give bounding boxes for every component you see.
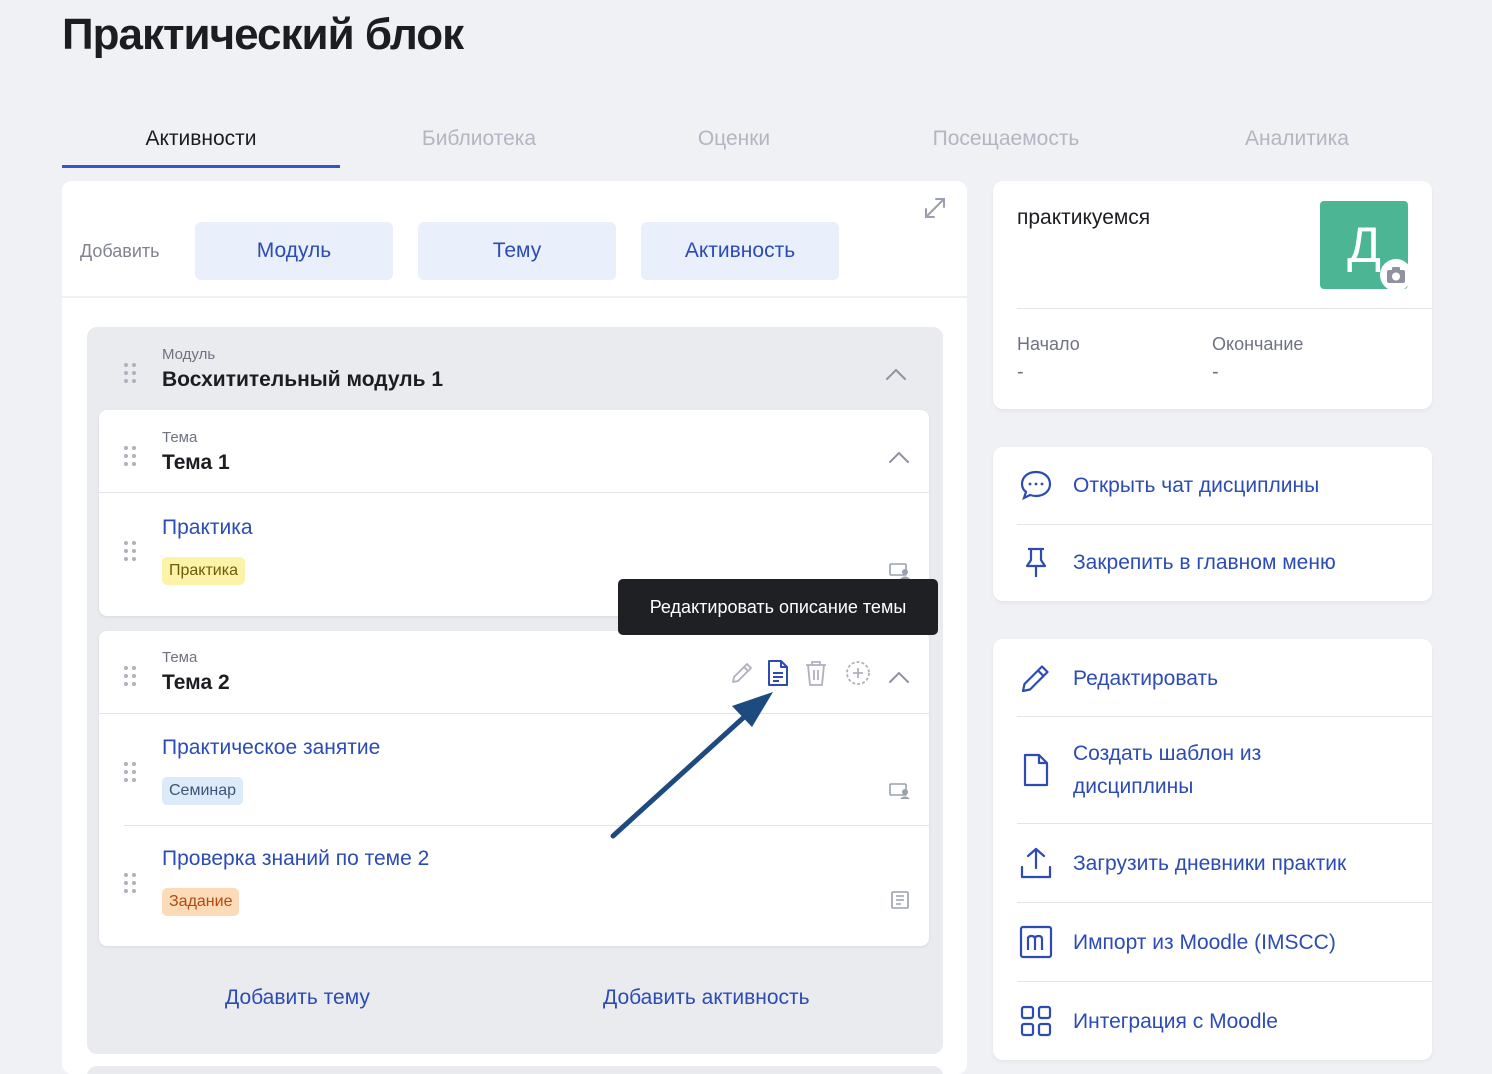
upload-diaries-action[interactable]: Загрузить дневники практик: [993, 824, 1432, 902]
pin-menu-action[interactable]: Закрепить в главном меню: [993, 525, 1432, 601]
drag-handle-icon[interactable]: [123, 540, 137, 562]
assignment-icon: [891, 891, 909, 909]
import-moodle-label: Импорт из Moodle (IMSCC): [1073, 931, 1336, 954]
add-topic-link[interactable]: Добавить тему: [225, 986, 370, 1010]
add-toolbar: Добавить Модуль Тему Активность: [62, 181, 967, 298]
grid-icon: [1020, 1005, 1052, 1037]
tabs: Активности Библиотека Оценки Посещаемост…: [62, 110, 1432, 168]
topic-type-label: Тема: [162, 429, 198, 446]
drag-handle-icon[interactable]: [123, 362, 137, 384]
tab-attendance[interactable]: Посещаемость: [850, 110, 1162, 168]
moodle-icon: [1019, 925, 1053, 959]
document-icon: [1023, 753, 1049, 787]
drag-handle-icon[interactable]: [123, 665, 137, 687]
create-template-action[interactable]: Создать шаблон из дисциплины: [993, 717, 1432, 823]
drag-handle-icon[interactable]: [123, 445, 137, 467]
topic-header: Тема Тема 2: [99, 631, 929, 714]
drag-handle-icon[interactable]: [123, 761, 137, 783]
add-label: Добавить: [80, 241, 160, 261]
edit-topic-pencil-icon[interactable]: [729, 660, 755, 686]
add-module-button[interactable]: Модуль: [195, 222, 393, 280]
create-template-label: Создать шаблон из дисциплины: [1073, 742, 1262, 798]
upload-diaries-label: Загрузить дневники практик: [1073, 852, 1347, 875]
edit-topic-description-icon[interactable]: [765, 659, 791, 687]
open-chat-label: Открыть чат дисциплины: [1073, 474, 1320, 497]
activity-type-badge: Практика: [162, 557, 245, 585]
page-title: Практический блок: [62, 10, 464, 59]
collapse-topic-chevron-icon[interactable]: [888, 670, 910, 684]
add-topic-button[interactable]: Тему: [418, 222, 616, 280]
edit-label: Редактировать: [1073, 667, 1219, 690]
activity-title[interactable]: Проверка знаний по теме 2: [162, 847, 429, 871]
tab-activities[interactable]: Активности: [62, 110, 340, 168]
chat-icon: [1020, 470, 1052, 501]
collapse-topic-chevron-icon[interactable]: [888, 450, 910, 464]
add-activity-circle-plus-icon[interactable]: [845, 660, 871, 686]
tab-analytics[interactable]: Аналитика: [1162, 110, 1432, 168]
divider: [1017, 308, 1432, 309]
start-value: -: [1017, 361, 1024, 383]
upload-icon: [1020, 847, 1052, 879]
next-module-card: [87, 1066, 943, 1074]
webinar-icon: [889, 563, 910, 579]
activity-item[interactable]: Практическое занятие Семинар: [99, 715, 929, 825]
pin-icon: [1025, 547, 1047, 577]
module-name: Восхитительный модуль 1: [162, 368, 444, 391]
topic-name: Тема 1: [162, 451, 230, 474]
tooltip: Редактировать описание темы: [618, 579, 938, 635]
moodle-integration-label: Интеграция с Moodle: [1073, 1010, 1278, 1033]
add-activity-link[interactable]: Добавить активность: [603, 986, 810, 1010]
end-label: Окончание: [1212, 334, 1304, 354]
delete-topic-trash-icon[interactable]: [804, 659, 828, 687]
collapse-module-chevron-icon[interactable]: [885, 367, 907, 381]
edit-action[interactable]: Редактировать: [993, 639, 1432, 716]
course-actions-card: Редактировать Создать шаблон из дисципли…: [993, 639, 1432, 1060]
module-type-label: Модуль: [162, 346, 216, 363]
drag-handle-icon[interactable]: [123, 872, 137, 894]
tab-grades[interactable]: Оценки: [618, 110, 850, 168]
tab-library[interactable]: Библиотека: [340, 110, 618, 168]
topic-type-label: Тема: [162, 649, 198, 666]
activity-title[interactable]: Практическое занятие: [162, 736, 380, 760]
camera-icon[interactable]: [1380, 259, 1412, 291]
end-value: -: [1212, 361, 1219, 383]
pencil-icon: [1021, 665, 1049, 693]
module-card: Модуль Восхитительный модуль 1 Тема Тема…: [87, 327, 943, 1054]
add-activity-button[interactable]: Активность: [641, 222, 839, 280]
activity-type-badge: Задание: [162, 888, 240, 916]
import-moodle-action[interactable]: Импорт из Moodle (IMSCC): [993, 903, 1432, 981]
pin-menu-label: Закрепить в главном меню: [1073, 551, 1336, 574]
activity-type-badge: Семинар: [162, 777, 244, 805]
course-name: практикуемся: [1017, 206, 1151, 229]
topic-card: Тема Тема 2 Практическое занятие Семинар…: [99, 631, 929, 946]
moodle-integration-action[interactable]: Интеграция с Moodle: [993, 982, 1432, 1060]
open-chat-action[interactable]: Открыть чат дисциплины: [993, 447, 1432, 524]
activity-title[interactable]: Практика: [162, 516, 253, 540]
start-label: Начало: [1017, 334, 1080, 354]
topic-header: Тема Тема 1: [99, 410, 929, 493]
course-info-card: практикуемся Д Начало - Окончание -: [993, 181, 1432, 409]
webinar-icon: [889, 783, 910, 799]
topic-name: Тема 2: [162, 671, 230, 694]
activity-item[interactable]: Проверка знаний по теме 2 Задание: [99, 826, 929, 946]
quick-actions-card: Открыть чат дисциплины Закрепить в главн…: [993, 447, 1432, 601]
